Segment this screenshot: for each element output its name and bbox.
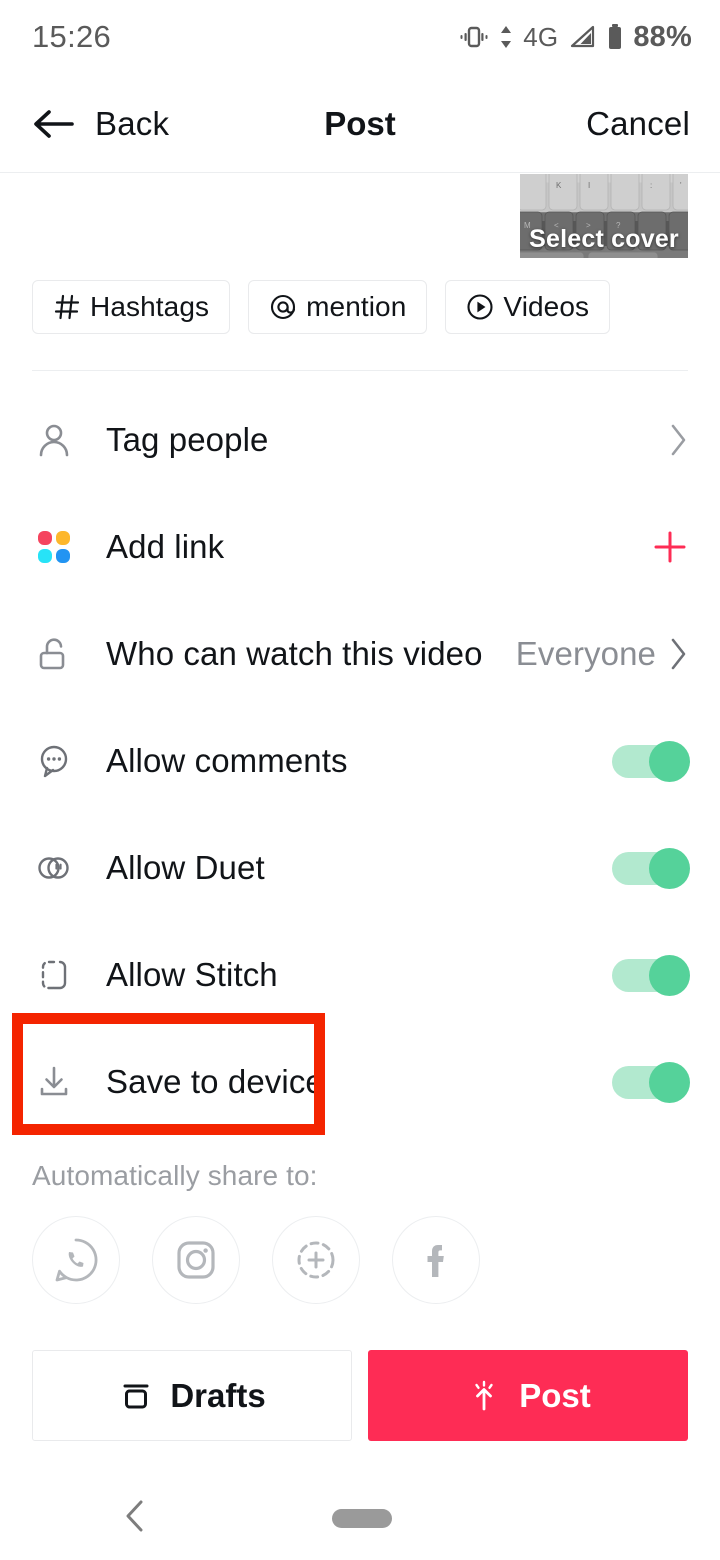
at-mention-icon [271,294,296,320]
row-privacy-control[interactable]: Everyone [516,635,690,673]
row-allow-duet-label: Allow Duet [106,848,265,886]
signal-icon [571,25,595,48]
chip-mention-label: mention [306,291,407,322]
post-button-label: Post [519,1376,591,1414]
battery-percent-label: 88% [633,20,692,53]
chip-videos-label: Videos [503,291,590,322]
row-allow-stitch-control[interactable] [612,954,690,996]
back-button[interactable]: Back [32,74,169,173]
caption-input[interactable] [32,180,502,260]
stitch-icon [32,953,76,997]
status-bar-time: 15:26 [32,19,112,54]
battery-icon [609,24,622,49]
svg-text::: : [650,181,652,190]
chevron-right-icon [671,638,686,669]
select-cover-button[interactable]: K I: ' M < >? Select cover [520,174,688,258]
data-transfer-icon [501,26,512,48]
share-target-whatsapp[interactable] [32,1216,120,1304]
play-circle-icon [467,294,493,320]
vibrate-icon [460,26,488,48]
auto-share-targets [32,1216,480,1304]
unlock-icon [32,632,76,676]
toggle-knob [649,740,690,782]
section-divider [32,370,688,371]
row-allow-stitch[interactable]: Allow Stitch [0,921,720,1028]
app-header: Back Post Cancel [0,74,720,173]
comment-icon [32,739,76,783]
link-dots-icon [32,525,76,569]
post-settings-list: Tag people Add link Who can watch this v… [0,386,720,1135]
row-save-to-device[interactable]: Save to device [0,1028,720,1135]
row-save-to-device-label: Save to device [106,1062,324,1100]
hashtag-icon [54,294,80,320]
row-privacy[interactable]: Who can watch this video Everyone [0,600,720,707]
row-add-link-label: Add link [106,527,225,565]
system-navigation-bar [0,1470,720,1560]
row-allow-comments-control[interactable] [612,740,690,782]
person-icon [32,418,76,462]
chip-hashtags-label: Hashtags [90,291,210,322]
share-target-instagram-story[interactable] [272,1216,360,1304]
row-allow-stitch-label: Allow Stitch [106,955,278,993]
toggle-knob [649,847,690,889]
select-cover-label: Select cover [529,225,679,253]
row-allow-duet-control[interactable] [612,847,690,889]
tiktok-post-screen: 15:26 4G 88% Back Post Cancel K I: ' M … [0,0,720,1560]
network-type-label: 4G [523,21,559,52]
row-tag-people-control[interactable] [668,421,690,459]
svg-text:I: I [588,181,590,190]
row-privacy-value: Everyone [515,634,656,672]
instagram-icon [177,1241,215,1279]
status-bar-icons: 4G 88% [459,21,692,54]
toggle-allow-duet[interactable] [612,847,690,889]
share-target-facebook[interactable] [392,1216,480,1304]
duet-icon [32,846,76,890]
row-tag-people[interactable]: Tag people [0,386,720,493]
row-add-link-control[interactable] [650,527,690,567]
download-icon [32,1060,76,1104]
chip-videos[interactable]: Videos [445,280,611,334]
toggle-save-to-device[interactable] [612,1061,690,1103]
drafts-icon [123,1384,149,1408]
whatsapp-icon [55,1238,98,1282]
share-target-instagram[interactable] [152,1216,240,1304]
home-pill[interactable] [332,1509,392,1528]
toggle-knob [649,954,690,996]
back-button-label: Back [95,104,170,142]
row-allow-comments-label: Allow comments [106,741,348,779]
post-button[interactable]: Post [368,1350,688,1441]
row-privacy-label: Who can watch this video [106,634,483,672]
row-save-to-device-control[interactable] [612,1061,690,1103]
quick-insert-chips: Hashtags mention Videos [32,280,611,334]
drafts-button[interactable]: Drafts [32,1350,352,1441]
row-allow-duet[interactable]: Allow Duet [0,814,720,921]
chevron-right-icon [671,424,686,455]
cancel-button[interactable]: Cancel [586,74,690,173]
facebook-icon [427,1245,444,1277]
upload-sparkle-icon [475,1380,493,1410]
row-allow-comments[interactable]: Allow comments [0,707,720,814]
status-bar: 15:26 4G 88% [0,0,720,74]
auto-share-label: Automatically share to: [32,1160,318,1191]
arrow-left-icon [34,109,74,138]
caption-zone: K I: ' M < >? Select cover [0,174,720,270]
plus-icon [654,531,686,562]
row-add-link[interactable]: Add link [0,493,720,600]
bottom-action-bar: Drafts Post [32,1350,688,1441]
toggle-allow-comments[interactable] [612,740,690,782]
toggle-allow-stitch[interactable] [612,954,690,996]
instagram-story-icon [297,1241,335,1279]
svg-text:K: K [556,181,562,190]
drafts-button-label: Drafts [170,1376,266,1414]
chip-hashtags[interactable]: Hashtags [32,280,231,334]
chevron-left-icon[interactable] [120,1496,150,1536]
chip-mention[interactable]: mention [248,280,428,334]
row-tag-people-label: Tag people [106,420,269,458]
toggle-knob [649,1061,690,1103]
